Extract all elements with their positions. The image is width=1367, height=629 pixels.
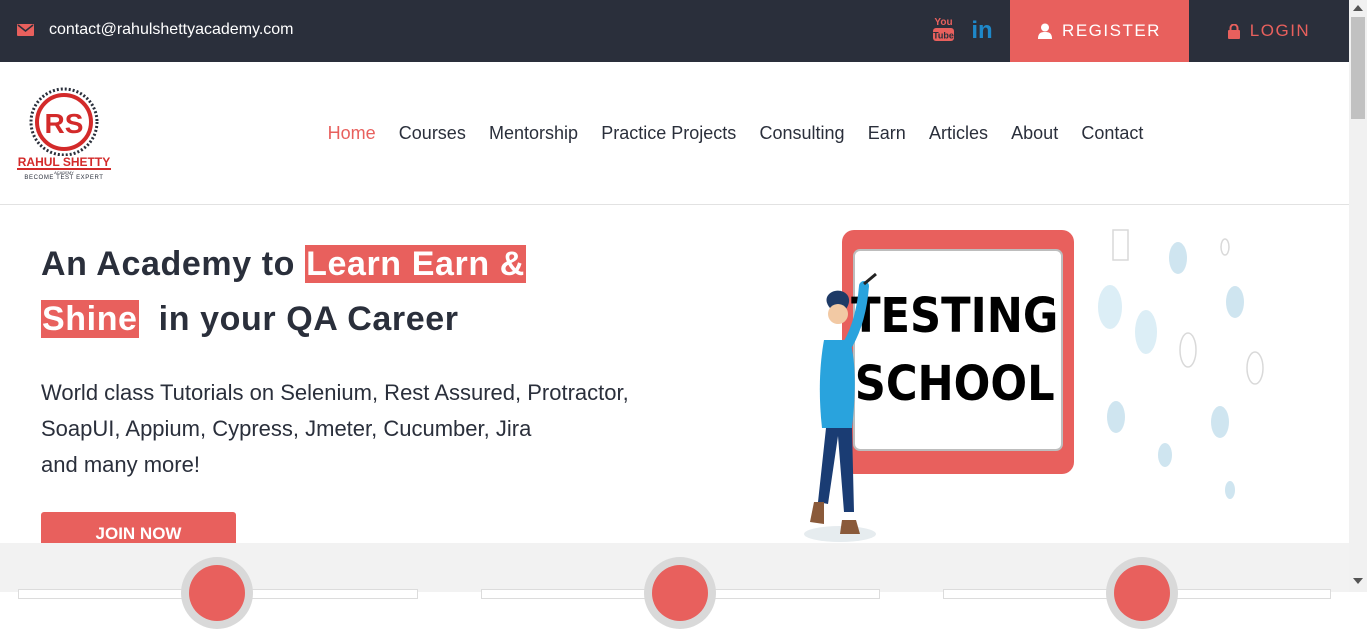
hero-heading: An Academy to Learn Earn & Shine in your…: [41, 237, 661, 347]
site-header: RS RAHUL SHETTY ACADEMY BECOME TEST EXPE…: [0, 62, 1349, 205]
envelope-icon: [17, 24, 34, 36]
rahul-shetty-academy-logo[interactable]: RS RAHUL SHETTY ACADEMY BECOME TEST EXPE…: [16, 86, 112, 182]
feature-icon-1: [181, 557, 253, 629]
youtube-icon[interactable]: You Tube: [932, 15, 955, 42]
svg-text:RAHUL SHETTY: RAHUL SHETTY: [18, 155, 110, 169]
board-line1: TESTING: [851, 288, 1058, 344]
testing-school-illustration: TESTING SCHOOL: [804, 230, 1074, 542]
nav-courses[interactable]: Courses: [387, 122, 477, 144]
nav-practice-projects[interactable]: Practice Projects: [590, 122, 748, 144]
nav-home[interactable]: Home: [316, 122, 387, 144]
hero-highlight-learn: Learn Earn &: [305, 245, 526, 283]
feature-icon-3: [1106, 557, 1178, 629]
linkedin-text: in: [971, 17, 992, 42]
scrollbar-thumb[interactable]: [1351, 17, 1365, 119]
nav-earn[interactable]: Earn: [856, 122, 917, 144]
hero-description-line2: SoapUI, Appium, Cypress, Jmeter, Cucumbe…: [41, 416, 532, 441]
hero-description-line1: World class Tutorials on Selenium, Rest …: [41, 380, 629, 405]
linkedin-icon[interactable]: in: [970, 16, 994, 42]
nav-about[interactable]: About: [1000, 122, 1070, 144]
decorative-bubbles: [1098, 229, 1264, 499]
feature-icon-2: [644, 557, 716, 629]
hero-description: World class Tutorials on Selenium, Rest …: [41, 375, 681, 483]
lock-icon: [1227, 23, 1240, 39]
register-label: REGISTER: [1062, 21, 1161, 40]
scroll-down-arrow-icon[interactable]: [1353, 578, 1363, 584]
svg-text:BECOME TEST EXPERT: BECOME TEST EXPERT: [24, 175, 103, 181]
main-nav: Home Courses Mentorship Practice Project…: [316, 122, 1155, 144]
hero-description-line3: and many more!: [41, 452, 200, 477]
hero-heading-part2: in your QA Career: [158, 300, 459, 338]
register-button[interactable]: REGISTER: [1010, 0, 1189, 62]
user-icon: [1038, 23, 1053, 39]
scroll-up-arrow-icon[interactable]: [1353, 5, 1363, 11]
nav-articles[interactable]: Articles: [917, 122, 999, 144]
hero-highlight-shine: Shine: [41, 300, 139, 338]
svg-text:You: You: [934, 17, 952, 28]
login-label: LOGIN: [1249, 21, 1311, 40]
nav-mentorship[interactable]: Mentorship: [477, 122, 589, 144]
svg-text:Tube: Tube: [933, 31, 954, 41]
login-button[interactable]: LOGIN: [1189, 0, 1349, 62]
svg-text:RS: RS: [45, 108, 84, 139]
board-line2: SCHOOL: [855, 356, 1055, 412]
nav-contact[interactable]: Contact: [1070, 122, 1155, 144]
top-bar: contact@rahulshettyacademy.com You Tube …: [0, 0, 1349, 62]
nav-consulting[interactable]: Consulting: [748, 122, 856, 144]
contact-email[interactable]: contact@rahulshettyacademy.com: [49, 20, 294, 40]
hero-heading-part1: An Academy to: [41, 245, 306, 283]
page-scrollbar[interactable]: [1349, 0, 1367, 592]
